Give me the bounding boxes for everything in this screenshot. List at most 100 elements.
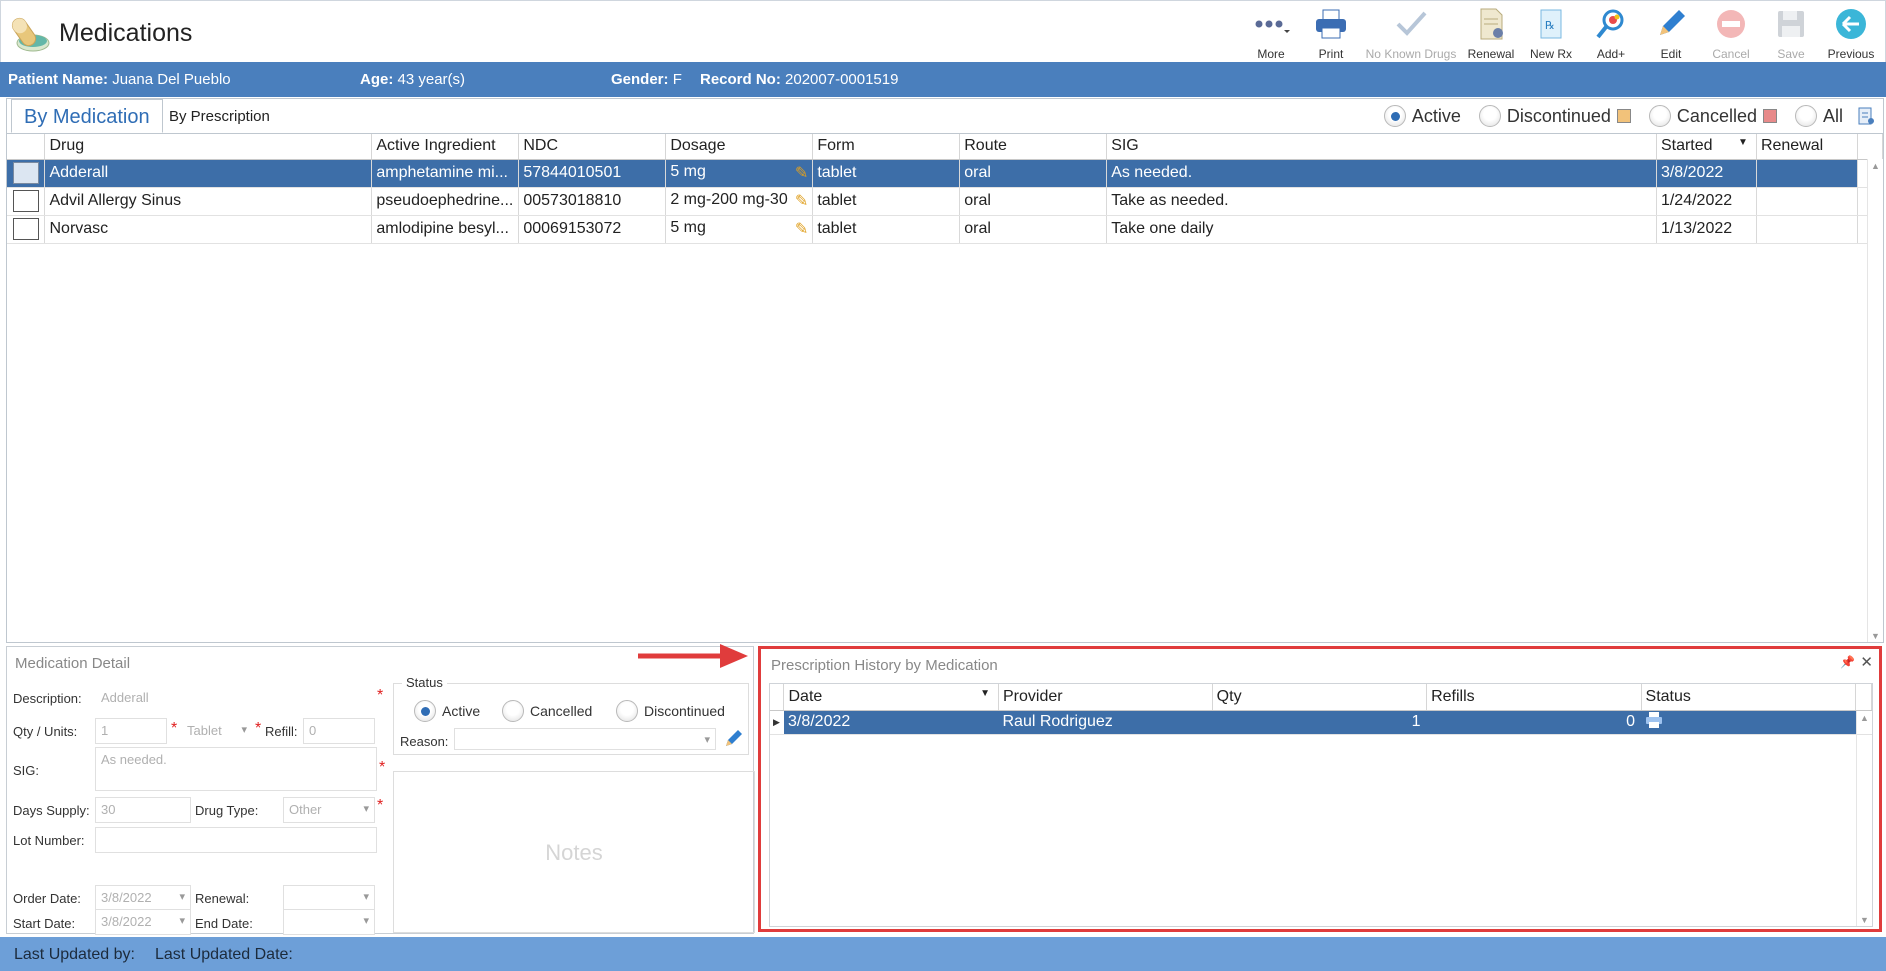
started-cell[interactable]: 3/8/2022: [1656, 159, 1757, 188]
printed-status-icon[interactable]: [1645, 711, 1663, 729]
reason-dropdown[interactable]: [454, 728, 716, 750]
filter-active[interactable]: Active: [1383, 105, 1461, 127]
col-started[interactable]: Started ▼: [1656, 134, 1757, 160]
grid-vertical-scrollbar[interactable]: ▲ ▼: [1867, 159, 1883, 642]
row-checkbox[interactable]: [13, 162, 39, 184]
notes-area[interactable]: Notes: [393, 771, 755, 933]
history-refills-cell[interactable]: 0: [1426, 710, 1642, 735]
drug-cell[interactable]: Adderall: [44, 159, 373, 188]
status-cancelled-radio[interactable]: [502, 700, 524, 722]
units-dropdown[interactable]: Tablet: [181, 718, 253, 744]
row-select-cell[interactable]: [7, 215, 46, 244]
col-dosage[interactable]: Dosage: [665, 134, 814, 160]
sig-textarea[interactable]: As needed.: [95, 747, 377, 791]
pencil-icon[interactable]: ✎: [795, 191, 808, 211]
col-refills[interactable]: Refills: [1426, 684, 1642, 711]
route-cell[interactable]: oral: [959, 159, 1108, 188]
save-button[interactable]: Save: [1761, 5, 1821, 61]
ndc-cell[interactable]: 00069153072: [518, 215, 667, 244]
renewal-button[interactable]: Renewal: [1461, 5, 1521, 61]
start-date-picker[interactable]: 3/8/2022: [95, 909, 191, 935]
dosage-cell[interactable]: 5 mg ✎: [665, 215, 814, 244]
col-ndc[interactable]: NDC: [518, 134, 667, 160]
col-qty[interactable]: Qty: [1212, 684, 1428, 711]
history-qty-cell[interactable]: 1: [1212, 710, 1427, 735]
col-provider[interactable]: Provider: [998, 684, 1213, 711]
row-checkbox[interactable]: [13, 190, 39, 212]
sig-cell[interactable]: Take as needed.: [1106, 187, 1657, 216]
cancel-button[interactable]: Cancel: [1701, 5, 1761, 61]
history-status-cell[interactable]: [1641, 710, 1856, 735]
filter-all-radio[interactable]: [1794, 105, 1817, 127]
ndc-cell[interactable]: 00573018810: [518, 187, 667, 216]
history-vertical-scrollbar[interactable]: ▲ ▼: [1856, 711, 1872, 926]
started-cell[interactable]: 1/13/2022: [1656, 215, 1757, 244]
route-cell[interactable]: oral: [959, 187, 1108, 216]
col-active-ingredient[interactable]: Active Ingredient: [371, 134, 520, 160]
dosage-cell[interactable]: 2 mg-200 mg-30 ✎: [665, 187, 814, 216]
close-icon[interactable]: ✕: [1860, 653, 1873, 671]
col-form[interactable]: Form: [812, 134, 961, 160]
renewal-cell[interactable]: [1756, 187, 1858, 216]
scroll-up-icon[interactable]: ▲: [1860, 713, 1869, 723]
end-date-picker[interactable]: [283, 909, 375, 935]
filter-cancelled-radio[interactable]: [1648, 105, 1671, 127]
status-active-radio[interactable]: [414, 700, 436, 722]
filter-all[interactable]: All: [1794, 105, 1843, 127]
row-checkbox[interactable]: [13, 218, 39, 240]
edit-button[interactable]: Edit: [1641, 5, 1701, 61]
export-document-icon[interactable]: [1857, 106, 1875, 126]
scroll-down-icon[interactable]: ▼: [1860, 915, 1869, 925]
scroll-down-icon[interactable]: ▼: [1871, 631, 1880, 641]
renewal-cell[interactable]: [1756, 215, 1858, 244]
col-date[interactable]: Date ▼: [783, 684, 999, 711]
form-cell[interactable]: tablet: [812, 215, 961, 244]
col-sig[interactable]: SIG: [1106, 134, 1657, 160]
dosage-cell[interactable]: 5 mg ✎: [665, 159, 814, 188]
lot-number-field[interactable]: [95, 827, 377, 853]
table-row[interactable]: Norvasc amlodipine besyl... 00069153072 …: [7, 215, 1883, 244]
add-plus-button[interactable]: Add+: [1581, 5, 1641, 61]
renewal-cell[interactable]: [1756, 159, 1858, 188]
filter-discontinued-radio[interactable]: [1478, 105, 1501, 127]
ingredient-cell[interactable]: pseudoephedrine...: [371, 187, 520, 216]
filter-discontinued[interactable]: Discontinued: [1478, 105, 1631, 127]
col-route[interactable]: Route: [959, 134, 1108, 160]
days-supply-field[interactable]: 30: [95, 797, 191, 823]
tab-by-medication[interactable]: By Medication: [11, 99, 163, 133]
form-cell[interactable]: tablet: [812, 187, 961, 216]
sig-cell[interactable]: Take one daily: [1106, 215, 1657, 244]
renewal-date-picker[interactable]: [283, 885, 375, 911]
table-row[interactable]: Advil Allergy Sinus pseudoephedrine... 0…: [7, 187, 1883, 216]
history-date-cell[interactable]: 3/8/2022: [783, 710, 999, 735]
ingredient-cell[interactable]: amphetamine mi...: [371, 159, 520, 188]
previous-button[interactable]: Previous: [1821, 5, 1881, 61]
route-cell[interactable]: oral: [959, 215, 1108, 244]
ingredient-cell[interactable]: amlodipine besyl...: [371, 215, 520, 244]
order-date-picker[interactable]: 3/8/2022: [95, 885, 191, 911]
filter-cancelled[interactable]: Cancelled: [1648, 105, 1777, 127]
col-renewal[interactable]: Renewal: [1756, 134, 1858, 160]
table-row[interactable]: ▶ 3/8/2022 Raul Rodriguez 1 0: [770, 710, 1872, 735]
edit-reason-pencil-icon[interactable]: [722, 728, 744, 750]
qty-field[interactable]: 1: [95, 718, 167, 744]
col-drug[interactable]: Drug: [44, 134, 373, 160]
drug-type-dropdown[interactable]: Other: [283, 797, 375, 823]
status-active-option[interactable]: Active: [414, 700, 480, 722]
no-known-drugs-button[interactable]: No Known Drugs: [1361, 5, 1461, 61]
new-rx-button[interactable]: ℞ New Rx: [1521, 5, 1581, 61]
filter-active-radio[interactable]: [1383, 105, 1406, 127]
pencil-icon[interactable]: ✎: [795, 163, 808, 183]
sig-cell[interactable]: As needed.: [1106, 159, 1657, 188]
description-field[interactable]: Adderall: [95, 685, 377, 711]
more-button[interactable]: More: [1241, 5, 1301, 61]
print-button[interactable]: Print: [1301, 5, 1361, 61]
col-status[interactable]: Status: [1641, 684, 1857, 711]
form-cell[interactable]: tablet: [812, 159, 961, 188]
row-select-cell[interactable]: [7, 159, 46, 188]
status-discontinued-option[interactable]: Discontinued: [616, 700, 725, 722]
status-discontinued-radio[interactable]: [616, 700, 638, 722]
pin-icon[interactable]: 📌: [1840, 655, 1855, 669]
history-provider-cell[interactable]: Raul Rodriguez: [998, 710, 1213, 735]
status-cancelled-option[interactable]: Cancelled: [502, 700, 592, 722]
